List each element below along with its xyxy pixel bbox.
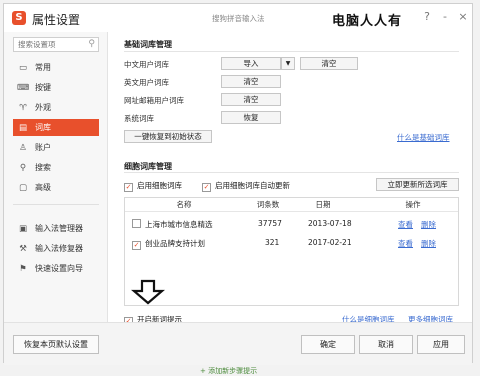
manager-icon: ▣ [18, 224, 28, 234]
user-icon: ♙ [19, 143, 27, 153]
restore-system-button[interactable]: 恢复 [221, 111, 281, 124]
app-name: 搜狗拼音输入法 [212, 14, 265, 23]
clear-english-button[interactable]: 清空 [221, 75, 281, 88]
sidebar-item-repair[interactable]: ⚒ 输入法修复器 [13, 240, 99, 257]
chevron-down-icon: ▼ [285, 60, 291, 67]
apply-button[interactable]: 应用 [417, 335, 465, 354]
clear-url-button[interactable]: 清空 [221, 93, 281, 106]
book-icon: ▤ [18, 123, 28, 133]
shirt-icon: ♈ [19, 103, 27, 113]
row-count: 37757 [258, 219, 282, 228]
help-button[interactable]: ? [420, 10, 434, 23]
what-basic-dict-link[interactable]: 什么是基础词库 [397, 132, 450, 143]
column-header-actions: 操作 [405, 200, 421, 209]
settings-window: S 属性设置 搜狗拼音输入法 电脑人人有 ? - × ⚲ ▭常用 ⌨按键 ♈外观… [3, 3, 473, 365]
column-header-count: 词条数 [256, 200, 280, 209]
sidebar-item-appearance[interactable]: ♈ 外观 [13, 99, 99, 116]
search-icon: ⚲ [19, 163, 27, 173]
monitor-icon: ▭ [18, 63, 28, 73]
sidebar-item-search[interactable]: ⚲ 搜索 [13, 159, 99, 176]
footer-bar: 恢复本页默认设置 确定 取消 应用 [4, 322, 472, 365]
sidebar-item-wizard[interactable]: ⚑ 快速设置向导 [13, 260, 99, 277]
table-row: ✓ 创业品牌支持计划 [132, 239, 205, 250]
cell-dict-table: 名称 词条数 日期 操作 上海市城市信息精选 37757 2013-07-18 … [124, 197, 459, 306]
sidebar-item-dictionary[interactable]: ▤ 词库 [13, 119, 99, 136]
row-count: 321 [265, 238, 280, 247]
delete-link[interactable]: 删除 [421, 219, 436, 230]
sidebar-divider [13, 204, 99, 205]
close-button[interactable]: × [456, 10, 470, 23]
auto-update-checkbox[interactable]: ✓ 启用细胞词库自动更新 [202, 180, 290, 192]
row-checkbox[interactable]: ✓ [132, 241, 141, 250]
import-dropdown[interactable]: ▼ [281, 57, 295, 70]
checkbox-checked[interactable]: ✓ [202, 183, 211, 192]
search-icon[interactable]: ⚲ [88, 39, 95, 49]
watermark-text: 电脑人人有 [332, 14, 403, 29]
search-input[interactable] [14, 38, 84, 51]
delete-link[interactable]: 删除 [421, 238, 436, 249]
checkbox-checked[interactable]: ✓ [124, 183, 133, 192]
row-date: 2017-02-21 [308, 238, 352, 247]
tutorial-hint: + 添加新步骤提示 [200, 367, 258, 375]
sidebar-item-advanced[interactable]: ▢ 高级 [13, 179, 99, 196]
chinese-dict-label: 中文用户词库 [124, 60, 169, 69]
ok-button[interactable]: 确定 [301, 335, 355, 354]
sidebar-item-common[interactable]: ▭ 常用 [13, 59, 99, 76]
repair-icon: ⚒ [19, 244, 27, 254]
clear-chinese-button[interactable]: 清空 [300, 57, 358, 70]
advanced-icon: ▢ [18, 183, 28, 193]
sidebar-search[interactable]: ⚲ [13, 37, 99, 52]
view-link[interactable]: 查看 [398, 238, 413, 249]
sidebar-item-account[interactable]: ♙ 账户 [13, 139, 99, 156]
cancel-button[interactable]: 取消 [359, 335, 413, 354]
row-date: 2013-07-18 [308, 219, 352, 228]
url-dict-label: 网址邮箱用户词库 [124, 96, 184, 105]
basic-section-heading: 基础词库管理 [124, 40, 172, 49]
minimize-button[interactable]: - [438, 10, 452, 23]
update-selected-button[interactable]: 立即更新所选词库 [376, 178, 459, 191]
reset-initial-button[interactable]: 一键恢复到初始状态 [124, 130, 212, 143]
english-dict-label: 英文用户词库 [124, 78, 169, 87]
system-dict-label: 系统词库 [124, 114, 154, 123]
keyboard-icon: ⌨ [17, 83, 30, 93]
table-row: 上海市城市信息精选 [132, 219, 213, 230]
enable-cell-dict-checkbox[interactable]: ✓ 启用细胞词库 [124, 180, 182, 192]
window-title: 属性设置 [32, 13, 81, 27]
header-divider [125, 211, 458, 212]
title-bar: S 属性设置 搜狗拼音输入法 电脑人人有 ? - × [4, 4, 472, 32]
column-header-name: 名称 [176, 200, 192, 209]
sogou-logo-icon: S [12, 11, 26, 25]
wizard-icon: ⚑ [19, 264, 27, 274]
import-button[interactable]: 导入 [221, 57, 281, 70]
restore-defaults-button[interactable]: 恢复本页默认设置 [13, 335, 99, 354]
row-checkbox[interactable] [132, 219, 141, 228]
sidebar-item-keys[interactable]: ⌨ 按键 [13, 79, 99, 96]
column-header-date: 日期 [315, 200, 331, 209]
cell-section-heading: 细胞词库管理 [124, 162, 172, 171]
basic-section-divider [124, 51, 459, 52]
sidebar: ⚲ ▭常用 ⌨按键 ♈外观 ▤词库 ♙账户 ⚲搜索 ▢高级 ▣输入法管理器 ⚒输… [4, 32, 108, 322]
view-link[interactable]: 查看 [398, 219, 413, 230]
sidebar-item-manager[interactable]: ▣ 输入法管理器 [13, 220, 99, 237]
cell-section-divider [124, 172, 459, 173]
down-arrow-icon [131, 279, 165, 305]
